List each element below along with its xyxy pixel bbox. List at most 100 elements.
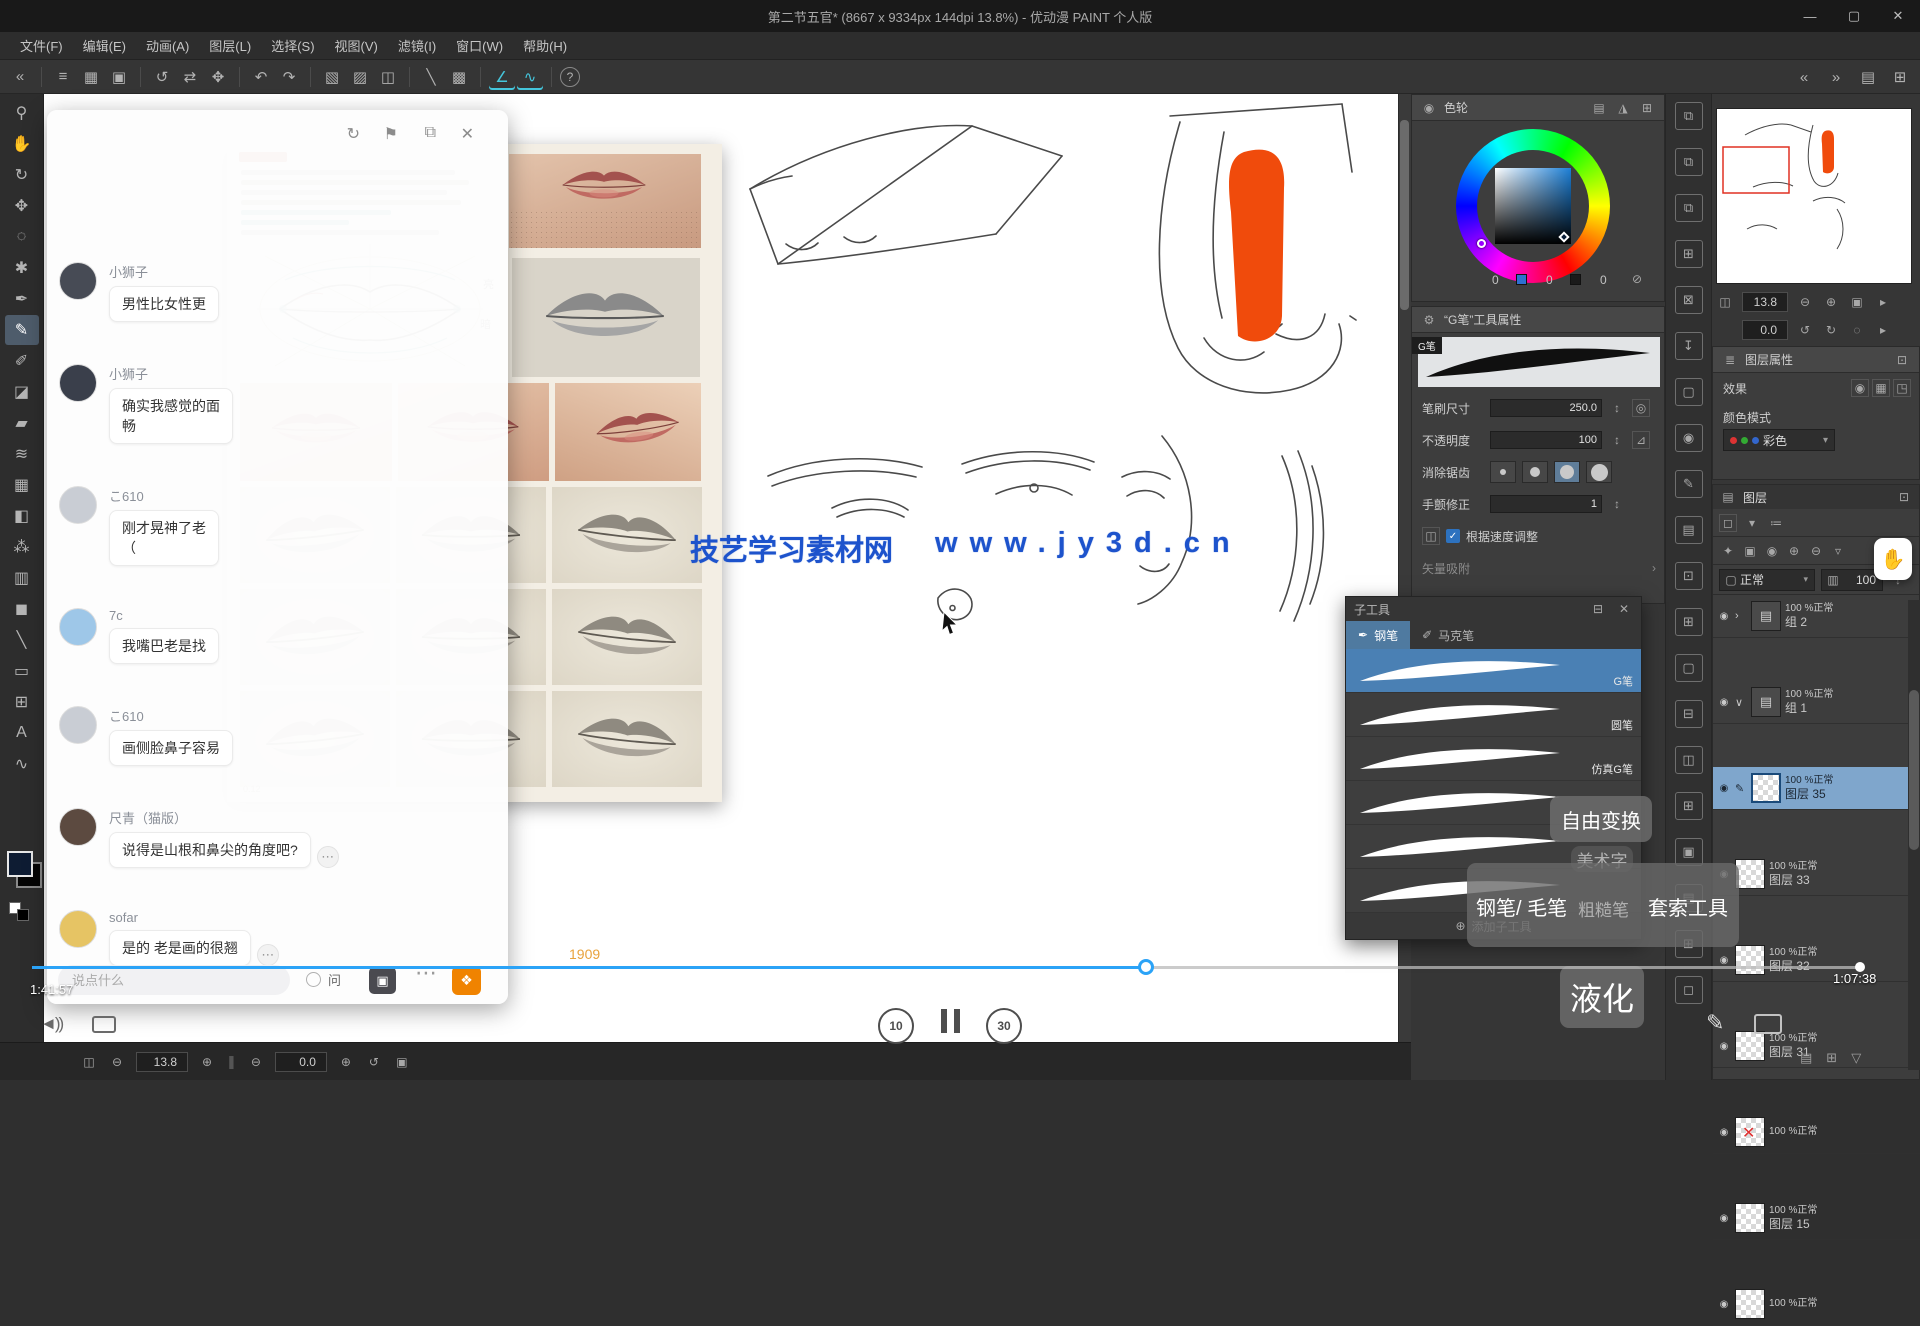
layer-row[interactable]: ◉ 100 %正常 图层 33	[1713, 853, 1920, 896]
figure-tool[interactable]: ◼	[5, 594, 39, 624]
stepper-icon[interactable]: ↕	[1608, 495, 1626, 513]
hue-marker[interactable]	[1477, 239, 1486, 248]
layer-row[interactable]: ◉ › ▤ 100 %正常 组 2	[1713, 595, 1920, 638]
panel-menu-icon[interactable]: ⊡	[1895, 488, 1913, 506]
add-icon[interactable]: ⊕	[1785, 542, 1803, 560]
zoom-in-icon[interactable]: ⊕	[198, 1053, 216, 1071]
close-button[interactable]: ✕	[1876, 0, 1920, 32]
panel-menu-icon[interactable]: ⊞	[1638, 99, 1656, 117]
color-mode-dropdown[interactable]: 彩色 ▾	[1723, 429, 1835, 451]
statusbar-zoom[interactable]: 13.8	[136, 1052, 188, 1072]
clip-icon[interactable]: ◉	[1763, 542, 1781, 560]
layer-visibility-toggle[interactable]: ◉	[1717, 1041, 1731, 1052]
border-effect-icon[interactable]: ◉	[1851, 379, 1869, 397]
dock-panel-icon-9[interactable]: ▤	[1675, 516, 1703, 544]
dropdown-arrow-icon[interactable]: ▾	[1743, 514, 1761, 532]
deselect-icon[interactable]: ▨	[347, 64, 373, 90]
menu-file[interactable]: 文件(F)	[10, 32, 73, 59]
panel-list-icon[interactable]: ▤	[1855, 64, 1881, 90]
main-menu-icon[interactable]: ≡	[50, 64, 76, 90]
layer-row[interactable]: ◉ 100 %正常 图层 32	[1713, 939, 1920, 982]
panel-add-icon[interactable]: ⊞	[1887, 64, 1913, 90]
reference-layer-icon[interactable]: ◳	[1893, 379, 1911, 397]
message-menu-button[interactable]: ⋯	[317, 846, 339, 868]
comment-toggle-icon[interactable]	[92, 1016, 116, 1033]
vector-curve-icon[interactable]: ∿	[517, 64, 543, 90]
dock-panel-icon-3[interactable]: ⊞	[1675, 240, 1703, 268]
dock-panel-icon-7[interactable]: ◉	[1675, 424, 1703, 452]
canvas-window-icon[interactable]: ▣	[106, 64, 132, 90]
expander-icon[interactable]: ▸	[1874, 321, 1892, 339]
maximize-button[interactable]: ▢	[1832, 0, 1876, 32]
layer-filter-icon[interactable]: ≔	[1767, 514, 1785, 532]
menu-animation[interactable]: 动画(A)	[136, 32, 199, 59]
layer-row[interactable]: ◉ 100 %正常	[1713, 1283, 1920, 1326]
layer-row[interactable]: ◉ 100 %正常 图层 15	[1713, 1197, 1920, 1240]
panel-pin-icon[interactable]: ⊡	[1893, 351, 1911, 369]
fit-screen-icon[interactable]: ◫	[1716, 293, 1734, 311]
dock-collapse-left-icon[interactable]: «	[1791, 64, 1817, 90]
r-value[interactable]: 0	[1492, 273, 1499, 287]
layer-visibility-toggle[interactable]: ◉	[1717, 1213, 1731, 1224]
dock-panel-icon-8[interactable]: ✎	[1675, 470, 1703, 498]
auto-select-tool[interactable]: ✱	[5, 253, 39, 283]
crop-canvas-icon[interactable]: ◫	[375, 64, 401, 90]
move-tool[interactable]: ✥	[5, 191, 39, 221]
popout-icon[interactable]: ⧉	[425, 124, 436, 142]
select-area-icon[interactable]: ▧	[319, 64, 345, 90]
layers-scrollbar-thumb[interactable]	[1909, 690, 1919, 850]
volume-icon[interactable]: ◄))	[40, 1014, 62, 1034]
dock-panel-icon-2[interactable]: ⧉	[1675, 194, 1703, 222]
menu-select[interactable]: 选择(S)	[261, 32, 324, 59]
foreground-color-swatch[interactable]	[7, 851, 33, 877]
zoom-out-icon[interactable]: ⊖	[108, 1053, 126, 1071]
fullscreen-icon[interactable]: ▣	[393, 1053, 411, 1071]
dock-panel-icon-12[interactable]: ▢	[1675, 654, 1703, 682]
rotate-right-icon[interactable]: ⊕	[337, 1053, 355, 1071]
dock-panel-icon-14[interactable]: ◫	[1675, 746, 1703, 774]
new-folder-icon[interactable]: ▤	[1800, 1050, 1812, 1066]
minimize-panel-icon[interactable]: ⊟	[1589, 600, 1607, 618]
zoom-in-icon[interactable]: ⊕	[1822, 293, 1840, 311]
airbrush-tool[interactable]: ⁂	[5, 532, 39, 562]
pen-tool[interactable]: ✒	[5, 284, 39, 314]
avatar[interactable]	[59, 364, 97, 402]
lasso-select-tool[interactable]: ◌	[5, 222, 39, 252]
actual-size-icon[interactable]: ▣	[1848, 293, 1866, 311]
navigator-thumbnail[interactable]	[1716, 108, 1912, 284]
layer-visibility-toggle[interactable]: ◉	[1717, 697, 1731, 708]
avatar[interactable]	[59, 706, 97, 744]
timeline-playhead[interactable]	[1138, 959, 1154, 975]
ask-only-checkbox[interactable]	[306, 972, 321, 987]
dock-panel-icon-10[interactable]: ⊡	[1675, 562, 1703, 590]
gradient-tool[interactable]: ▥	[5, 563, 39, 593]
main-color-chip[interactable]	[1570, 274, 1581, 285]
dock-panel-icon-0[interactable]: ⧉	[1675, 102, 1703, 130]
line-correct-tool[interactable]: ∿	[5, 749, 39, 779]
statusbar-rotation[interactable]: 0.0	[275, 1052, 327, 1072]
mini-black-swatch[interactable]	[17, 909, 29, 921]
dock-panel-icon-19[interactable]: ◻	[1675, 976, 1703, 1004]
layer-visibility-toggle[interactable]: ◉	[1717, 1299, 1731, 1310]
zoom-out-icon[interactable]: ⊖	[1796, 293, 1814, 311]
delete-layer-icon[interactable]: ▽	[1851, 1050, 1861, 1066]
pin-icon[interactable]: ⚑	[384, 124, 398, 144]
marker-tool[interactable]: ▰	[5, 408, 39, 438]
remove-icon[interactable]: ⊖	[1807, 542, 1825, 560]
layer-visibility-toggle[interactable]: ◉	[1717, 783, 1731, 794]
text-tool[interactable]: A	[5, 718, 39, 748]
rotate-canvas-tool[interactable]: ↻	[5, 160, 39, 190]
rotate-left-icon[interactable]: ⊖	[247, 1053, 265, 1071]
straight-line-icon[interactable]: ╲	[418, 64, 444, 90]
navigator-rotation-value[interactable]: 0.0	[1742, 320, 1788, 340]
frame-border-tool[interactable]: ▭	[5, 656, 39, 686]
rotate-view-icon[interactable]: ↺	[149, 64, 175, 90]
b-value[interactable]: 0	[1600, 273, 1607, 287]
help-icon[interactable]: ?	[560, 67, 580, 87]
avatar[interactable]	[59, 262, 97, 300]
vector-line-icon[interactable]: ∠	[489, 64, 515, 90]
pencil-tool[interactable]: ✎	[5, 315, 39, 345]
menu-window[interactable]: 窗口(W)	[446, 32, 513, 59]
blend-tool[interactable]: ≋	[5, 439, 39, 469]
expand-chevron-icon[interactable]: ›	[1652, 561, 1656, 575]
